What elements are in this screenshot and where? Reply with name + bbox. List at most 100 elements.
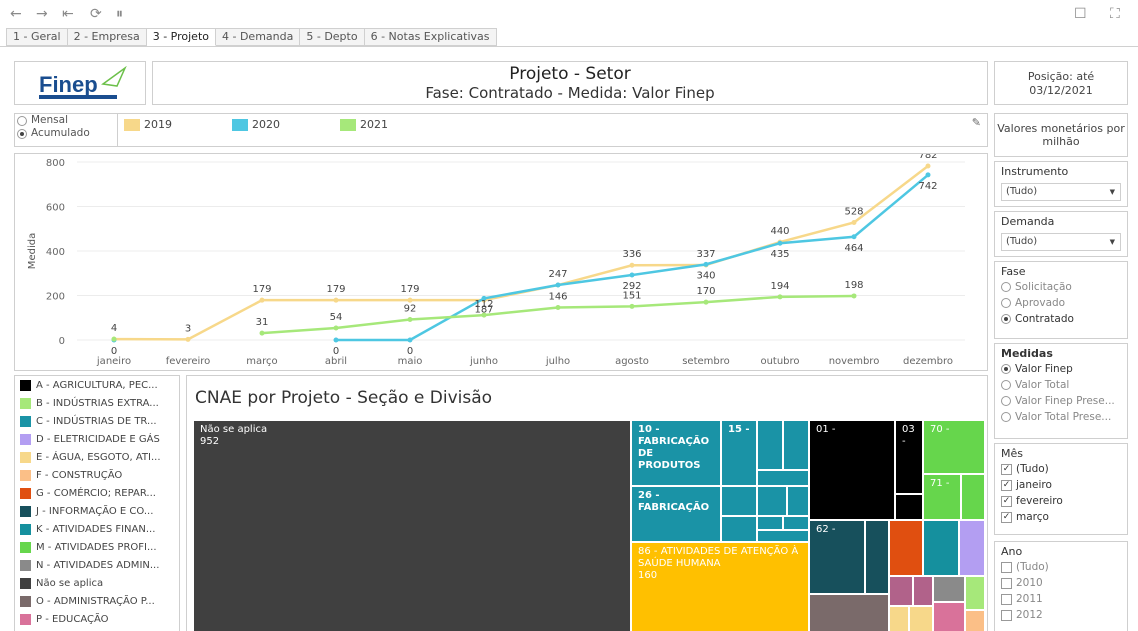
filter-ano: Ano (Tudo) 2010 2011 2012	[994, 541, 1128, 631]
cnae-legend-item[interactable]: C - INDÚSTRIAS DE TR...	[15, 412, 179, 430]
treemap-divisao-70[interactable]: 70 -	[923, 420, 985, 474]
cnae-legend-item[interactable]: M - ATIVIDADES PROFI...	[15, 538, 179, 556]
mes-option[interactable]: ✓ (Tudo)	[1001, 461, 1121, 477]
back-icon[interactable]: ←	[10, 6, 22, 22]
treemap-cell[interactable]	[889, 576, 913, 606]
treemap-cell[interactable]	[809, 594, 889, 631]
treemap-cell[interactable]	[923, 520, 959, 576]
fase-option-solicitacao[interactable]: Solicitação	[1001, 279, 1121, 295]
cnae-legend-item[interactable]: K - ATIVIDADES FINAN...	[15, 520, 179, 538]
fase-option-aprovado[interactable]: Aprovado	[1001, 295, 1121, 311]
legend-2020[interactable]: 2020	[232, 118, 280, 131]
treemap-cell[interactable]	[895, 494, 923, 520]
treemap-nao-se-aplica[interactable]: Não se aplica 952	[193, 420, 631, 631]
comment-icon[interactable]: ☐	[1074, 6, 1087, 22]
x-tick-label: novembro	[829, 356, 880, 367]
treemap-cell[interactable]	[757, 420, 783, 470]
treemap-cell[interactable]	[757, 486, 787, 516]
data-label: 3	[185, 323, 191, 334]
filter-mes: Mês ✓ (Tudo) ✓ janeiro ✓ fevereiro ✓ março	[994, 443, 1128, 535]
y-tick-label: 600	[46, 203, 65, 214]
treemap-cell[interactable]	[783, 516, 809, 530]
fullscreen-icon[interactable]: ⛶	[1110, 6, 1120, 22]
treemap-divisao-15[interactable]: 15 -	[721, 420, 757, 486]
period-selector: Mensal Acumulado	[14, 113, 118, 147]
cnae-legend-item[interactable]: D - ELETRICIDADE E GÁS	[15, 430, 179, 448]
refresh-icon[interactable]: ⟳	[90, 6, 102, 22]
medidas-option-valor-total-presente[interactable]: Valor Total Prese...	[1001, 409, 1121, 425]
medidas-option-valor-finep-presente[interactable]: Valor Finep Prese...	[1001, 393, 1121, 409]
pause-icon[interactable]: ⏸	[116, 6, 123, 22]
mes-option[interactable]: ✓ janeiro	[1001, 477, 1121, 493]
treemap-cell[interactable]	[757, 530, 809, 542]
cnae-legend-item[interactable]: O - ADMINISTRAÇÃO P...	[15, 592, 179, 610]
ano-option[interactable]: (Tudo)	[1001, 559, 1121, 575]
treemap-divisao-62[interactable]: 62 -	[809, 520, 865, 594]
instrumento-dropdown[interactable]: (Tudo)	[1001, 183, 1121, 201]
tab-projeto[interactable]: 3 - Projeto	[146, 28, 216, 46]
cnae-legend-item[interactable]: A - AGRICULTURA, PEC...	[15, 376, 179, 394]
treemap-divisao-71[interactable]: 71 -	[923, 474, 961, 520]
treemap-divisao-10[interactable]: 10 - FABRICAÇÃO DE PRODUTOS	[631, 420, 721, 486]
ano-option[interactable]: 2010	[1001, 575, 1121, 591]
treemap-cell[interactable]	[787, 486, 809, 516]
legend-2019[interactable]: 2019	[124, 118, 172, 131]
medidas-option-valor-total[interactable]: Valor Total	[1001, 377, 1121, 393]
cnae-legend-item[interactable]: J - INFORMAÇÃO E CO...	[15, 502, 179, 520]
treemap-divisao-26[interactable]: 26 - FABRICAÇÃO	[631, 486, 721, 542]
legend-swatch	[20, 541, 31, 553]
treemap-cell[interactable]	[757, 470, 809, 486]
treemap-cell[interactable]	[721, 516, 757, 542]
tab-geral[interactable]: 1 - Geral	[6, 28, 68, 46]
treemap-cell[interactable]	[783, 420, 809, 470]
revert-icon[interactable]: ⇤	[62, 6, 74, 22]
treemap-cell[interactable]	[965, 576, 985, 610]
cnae-legend-item[interactable]: Não se aplica	[15, 574, 179, 592]
treemap-cell[interactable]	[913, 576, 933, 606]
treemap-divisao-01[interactable]: 01 -	[809, 420, 895, 520]
cnae-legend-item[interactable]: F - CONSTRUÇÃO	[15, 466, 179, 484]
treemap-cell[interactable]	[959, 520, 985, 576]
treemap-cell[interactable]	[933, 602, 965, 631]
treemap-cell[interactable]	[757, 516, 783, 530]
mes-option[interactable]: ✓ fevereiro	[1001, 493, 1121, 509]
pencil-icon[interactable]: ✎	[972, 116, 981, 129]
treemap-divisao-86[interactable]: 86 - ATIVIDADES DE ATENÇÃO À SAÚDE HUMAN…	[631, 542, 809, 631]
treemap-cell[interactable]	[933, 576, 965, 602]
treemap-divisao-03[interactable]: 03 -	[895, 420, 923, 494]
legend-2021[interactable]: 2021	[340, 118, 388, 131]
data-label: 340	[696, 270, 715, 281]
tab-demanda[interactable]: 4 - Demanda	[216, 28, 301, 46]
line-chart-panel: 0 200 400 600 800 Medida janeiro fevereiro março…	[14, 150, 988, 371]
radio-icon	[1001, 298, 1011, 308]
checkbox-checked-icon: ✓	[1001, 495, 1012, 507]
cnae-legend-item[interactable]: B - INDÚSTRIAS EXTRA...	[15, 394, 179, 412]
medidas-option-valor-finep[interactable]: Valor Finep	[1001, 361, 1121, 377]
mes-option[interactable]: ✓ março	[1001, 509, 1121, 525]
treemap-cell[interactable]	[961, 474, 985, 520]
treemap-cell[interactable]	[865, 520, 889, 594]
data-label: 198	[844, 280, 863, 291]
treemap-cell[interactable]	[965, 610, 985, 631]
ano-option[interactable]: 2011	[1001, 591, 1121, 607]
radio-mensal[interactable]: Mensal	[17, 114, 117, 127]
treemap-cell[interactable]	[889, 520, 923, 576]
treemap-cell[interactable]	[721, 486, 757, 516]
radio-acumulado[interactable]: Acumulado	[17, 127, 117, 140]
tab-depto[interactable]: 5 - Depto	[300, 28, 365, 46]
cnae-legend-item[interactable]: G - COMÉRCIO; REPAR...	[15, 484, 179, 502]
tab-empresa[interactable]: 2 - Empresa	[67, 28, 147, 46]
ano-option[interactable]: 2012	[1001, 607, 1121, 623]
forward-icon[interactable]: →	[36, 6, 48, 22]
fase-option-contratado[interactable]: Contratado	[1001, 311, 1121, 327]
treemap-cell[interactable]	[909, 606, 933, 631]
cnae-legend-item[interactable]: P - EDUCAÇÃO	[15, 610, 179, 628]
cnae-legend-item[interactable]: E - ÁGUA, ESGOTO, ATI...	[15, 448, 179, 466]
y-tick-label: 400	[46, 247, 65, 258]
x-tick-label: abril	[325, 356, 347, 367]
tab-notas-explicativas[interactable]: 6 - Notas Explicativas	[364, 28, 497, 46]
filter-title: Medidas	[1001, 347, 1053, 360]
cnae-legend-item[interactable]: N - ATIVIDADES ADMIN...	[15, 556, 179, 574]
treemap-cell[interactable]	[889, 606, 909, 631]
demanda-dropdown[interactable]: (Tudo)	[1001, 233, 1121, 251]
